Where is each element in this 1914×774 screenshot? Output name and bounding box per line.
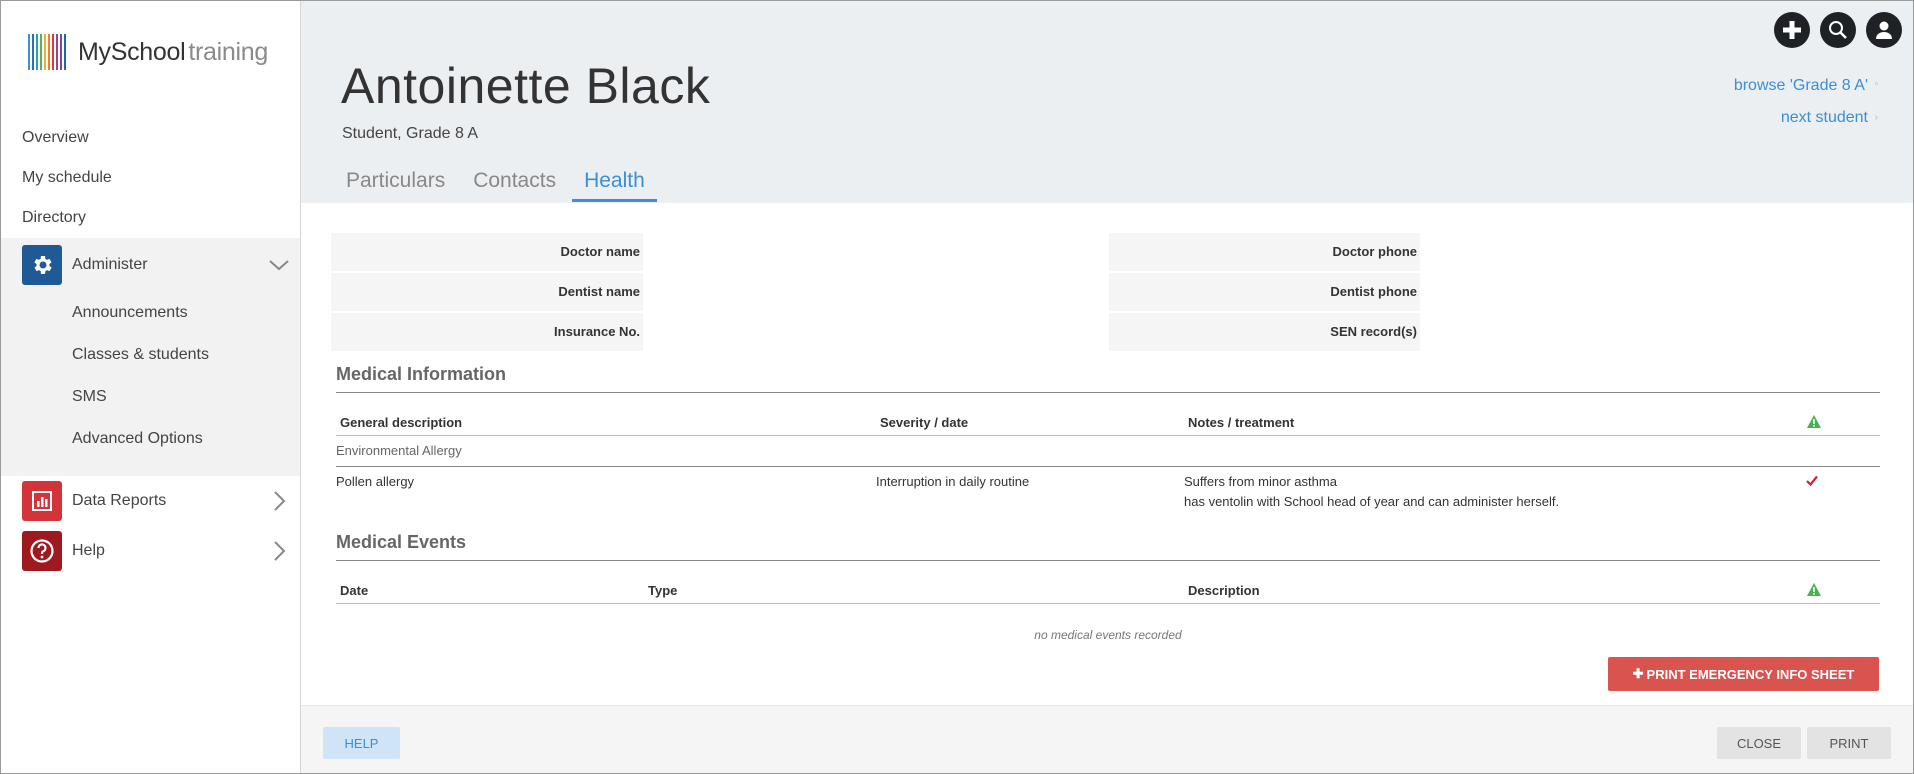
logo-bar <box>32 34 34 70</box>
divider <box>336 560 1880 561</box>
browse-class-link[interactable]: browse 'Grade 8 A' <box>1734 77 1868 95</box>
column-header: Type <box>648 583 678 598</box>
divider <box>336 392 1880 393</box>
chevron-down-icon[interactable] <box>268 254 290 276</box>
warning-icon <box>1807 583 1821 596</box>
logo-bar <box>40 34 42 70</box>
chevron-right-icon[interactable] <box>268 540 290 562</box>
group-label: Environmental Allergy <box>336 443 462 458</box>
help-label: Help <box>72 542 105 559</box>
sidebar: MySchool training Overview My schedule Di… <box>1 1 301 773</box>
medical-information-title: Medical Information <box>336 364 507 384</box>
user-icon[interactable] <box>1866 12 1902 48</box>
logo-bar <box>52 34 54 70</box>
app-window: MySchool training Overview My schedule Di… <box>0 0 1914 774</box>
sidebar-item-announcements[interactable]: Announcements <box>72 304 188 322</box>
main-panel: Antoinette Black Student, Grade 8 A brow… <box>301 1 1913 773</box>
chevron-right-icon: › <box>1874 112 1878 123</box>
medical-events-title: Medical Events <box>336 532 467 552</box>
tab-particulars[interactable]: Particulars <box>346 169 455 202</box>
dentist-name-label: Dentist name <box>331 273 643 311</box>
column-header: Description <box>1188 583 1260 598</box>
print-button[interactable]: PRINT <box>1807 727 1891 759</box>
sen-records-label: SEN record(s) <box>1109 313 1420 351</box>
dentist-phone-label: Dentist phone <box>1109 273 1420 311</box>
search-icon[interactable] <box>1820 12 1856 48</box>
doctor-name-label: Doctor name <box>331 233 643 271</box>
next-student-link[interactable]: next student <box>1781 109 1868 127</box>
top-toolbar <box>1774 12 1902 48</box>
logo-bar <box>28 34 30 70</box>
footer-bar: HELP CLOSE PRINT <box>301 705 1913 773</box>
tab-bar: Particulars Contacts Health <box>346 169 675 202</box>
gear-icon <box>22 245 62 285</box>
tab-contacts[interactable]: Contacts <box>473 169 566 202</box>
tab-health[interactable]: Health <box>572 169 657 202</box>
logo-bar <box>36 34 38 70</box>
column-header: General description <box>340 415 463 430</box>
divider <box>336 603 1880 604</box>
condition-notes-line2: has ventolin with School head of year an… <box>1184 494 1560 509</box>
plus-icon: ✚ <box>1632 666 1644 681</box>
sidebar-item-directory[interactable]: Directory <box>22 209 86 227</box>
student-subtitle: Student, Grade 8 A <box>342 125 479 142</box>
student-name: Antoinette Black <box>341 58 711 114</box>
data-reports-label: Data Reports <box>72 492 167 509</box>
doctor-phone-label: Doctor phone <box>1109 233 1420 271</box>
help-button[interactable]: HELP <box>323 727 400 759</box>
add-icon[interactable] <box>1774 12 1810 48</box>
sidebar-item-overview[interactable]: Overview <box>22 129 89 147</box>
logo-bar <box>44 34 46 70</box>
sidebar-item-sms[interactable]: SMS <box>72 388 107 406</box>
logo[interactable]: MySchool training <box>28 34 268 70</box>
condition-notes-line1: Suffers from minor asthma <box>1184 474 1337 489</box>
warning-icon <box>1807 415 1821 428</box>
logo-brand: MySchool <box>78 37 186 66</box>
column-header: Severity / date <box>880 415 969 430</box>
student-header: Antoinette Black Student, Grade 8 A brow… <box>301 1 1913 203</box>
sidebar-item-my-schedule[interactable]: My schedule <box>22 169 112 187</box>
divider <box>336 435 1880 436</box>
condition-description: Pollen allergy <box>336 474 415 489</box>
condition-severity: Interruption in daily routine <box>876 474 1030 489</box>
external-link-icon: ▫ <box>1874 79 1878 90</box>
logo-bar <box>60 34 62 70</box>
column-header: Date <box>340 583 369 598</box>
logo-suffix: training <box>188 37 268 66</box>
bar-chart-icon <box>22 481 62 521</box>
logo-bars-icon <box>28 34 66 70</box>
sidebar-item-advanced-options[interactable]: Advanced Options <box>72 430 203 448</box>
logo-bar <box>64 34 66 70</box>
sidebar-item-help[interactable]: Help <box>22 531 292 571</box>
sidebar-item-classes-students[interactable]: Classes & students <box>72 346 209 364</box>
column-header: Notes / treatment <box>1188 415 1295 430</box>
administer-label: Administer <box>72 256 148 273</box>
sidebar-item-administer[interactable]: Administer <box>22 245 292 285</box>
checkmark-icon <box>1806 475 1818 486</box>
empty-events-note: no medical events recorded <box>1034 628 1182 642</box>
administer-section: Administer Announcements Classes & stude… <box>1 238 300 476</box>
insurance-no-label: Insurance No. <box>331 313 643 351</box>
close-button[interactable]: CLOSE <box>1717 727 1801 759</box>
help-icon <box>22 531 62 571</box>
print-emergency-label: PRINT EMERGENCY INFO SHEET <box>1646 666 1855 682</box>
logo-bar <box>56 34 58 70</box>
sidebar-item-data-reports[interactable]: Data Reports <box>22 481 292 521</box>
logo-bar <box>48 34 50 70</box>
print-emergency-sheet-button[interactable]: ✚ PRINT EMERGENCY INFO SHEET <box>1608 657 1879 691</box>
divider <box>336 466 1880 467</box>
chevron-right-icon[interactable] <box>268 490 290 512</box>
